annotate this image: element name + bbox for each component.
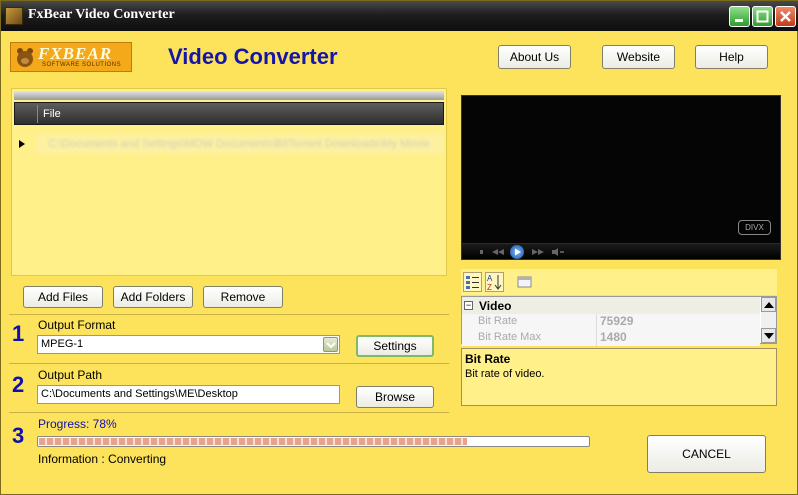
logo-subtext: SOFTWARE SOLUTIONS [42,62,122,68]
chevron-down-icon [326,342,336,349]
app-title: Video Converter [168,44,338,69]
step-number: 1 [12,321,25,346]
fxbear-logo: FXBEAR SOFTWARE SOLUTIONS [10,42,132,72]
category-label: Video [479,299,512,313]
property-toolbar: AZ [461,269,777,295]
property-row[interactable]: Bit Rate Max 1480 [462,330,760,346]
file-column-header[interactable]: File [14,102,444,125]
rewind-icon [492,249,504,255]
scroll-down-button[interactable] [761,328,776,343]
dropdown-button[interactable] [323,337,338,352]
collapse-icon[interactable]: − [464,301,473,310]
property-name: Bit Rate [478,315,518,327]
progress-bar [37,436,590,447]
divider [9,412,449,413]
svg-text:Z: Z [487,283,492,291]
add-folders-button[interactable]: Add Folders [113,286,193,308]
add-files-button[interactable]: Add Files [23,286,103,308]
website-button[interactable]: Website [602,45,675,69]
step-number: 2 [12,372,25,397]
column-divider [37,105,38,123]
info-text: Information : Converting [38,452,167,466]
volume-icon [552,248,558,256]
file-list[interactable]: File C:\Documents and Settings\MOW Docum… [11,88,447,276]
bear-logo-icon [17,48,33,67]
file-column-label: File [43,108,61,120]
property-category[interactable]: − Video [462,297,760,314]
property-divider [596,330,597,346]
categorized-view-icon[interactable] [463,272,482,292]
forward-icon [532,249,544,255]
close-icon [780,11,791,22]
play-icon[interactable] [510,245,524,259]
down-arrow-icon [764,333,774,339]
help-button[interactable]: Help [695,45,768,69]
property-name: Bit Rate Max [478,331,541,343]
property-divider [596,314,597,330]
about-us-button[interactable]: About Us [498,45,571,69]
property-row[interactable]: Bit Rate 75929 [462,314,760,330]
progress-label: Progress: 78% [38,417,117,431]
property-grid[interactable]: AZ − Video Bit Rate 75929 Bit Rate Max 1… [461,269,777,408]
row-selector-icon [19,140,25,148]
title-bar[interactable]: FxBear Video Converter [1,1,798,31]
property-value[interactable]: 1480 [600,330,627,344]
divider [9,363,449,364]
file-list-header-strip [14,91,444,100]
logo-text: FXBEAR [38,44,113,63]
up-arrow-icon [764,302,774,308]
cancel-button[interactable]: CANCEL [647,435,766,473]
output-path-label: Output Path [38,368,103,382]
remove-button[interactable]: Remove [203,286,283,308]
description-text: Bit rate of video. [465,368,545,380]
close-button[interactable] [775,6,796,27]
sort-alphabetical-icon[interactable]: AZ [485,272,504,292]
bear-app-icon[interactable] [5,7,23,25]
property-list[interactable]: − Video Bit Rate 75929 Bit Rate Max 1480 [461,296,777,346]
property-value[interactable]: 75929 [600,314,633,328]
scroll-up-button[interactable] [761,297,776,312]
divider [9,314,449,315]
maximize-button[interactable] [752,6,773,27]
minimize-icon [735,19,743,22]
video-preview[interactable]: DIVX [461,95,781,260]
divx-logo: DIVX [738,220,771,235]
description-title: Bit Rate [465,352,511,366]
output-format-select[interactable]: MPEG-1 [37,335,340,354]
output-format-label: Output Format [38,318,116,332]
property-scrollbar[interactable] [761,297,776,343]
step-number: 3 [12,423,25,448]
output-path-input[interactable]: C:\Documents and Settings\ME\Desktop [37,385,340,404]
browse-button[interactable]: Browse [356,386,434,408]
app-window: FxBear Video Converter FXBEAR SOFTWARE S… [0,0,798,495]
progress-fill [39,438,468,445]
output-format-value: MPEG-1 [41,338,84,350]
window-title: FxBear Video Converter [28,7,175,22]
file-list-item[interactable]: C:\Documents and Settings\MOW Documents\… [36,134,444,154]
property-pages-icon[interactable] [515,272,534,292]
video-control-bar[interactable] [462,243,780,259]
minimize-button[interactable] [729,6,750,27]
svg-text:A: A [487,274,493,283]
maximize-icon [756,10,769,23]
settings-button[interactable]: Settings [356,335,434,357]
property-description: Bit Rate Bit rate of video. [461,348,777,406]
